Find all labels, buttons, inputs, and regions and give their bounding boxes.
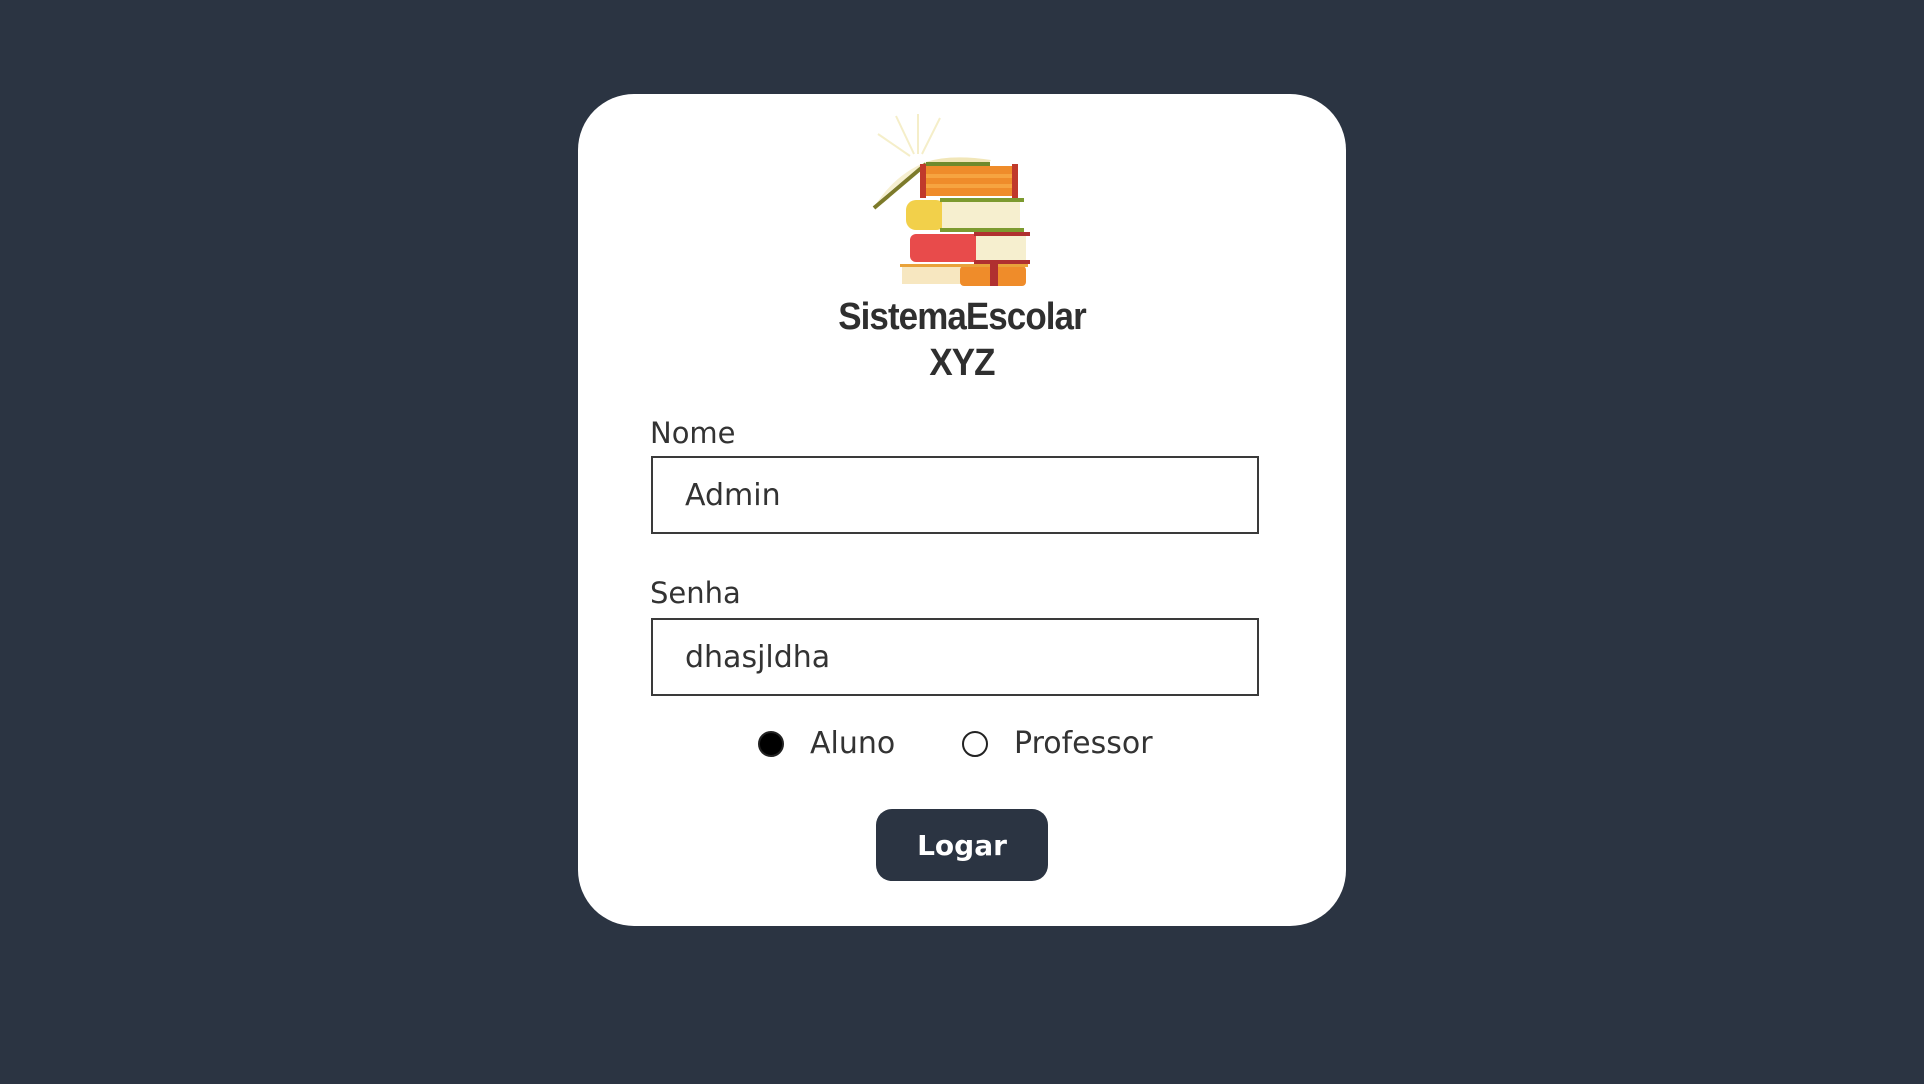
login-card: SistemaEscolar XYZ Nome Senha Aluno Prof…	[578, 94, 1346, 926]
books-stack-icon	[872, 114, 1030, 286]
app-title-line-2: XYZ	[929, 342, 995, 384]
radio-aluno[interactable]: Aluno	[758, 726, 895, 761]
senha-input[interactable]	[651, 618, 1259, 696]
senha-label: Senha	[650, 576, 741, 610]
radio-professor[interactable]: Professor	[962, 726, 1153, 761]
radio-professor-label[interactable]: Professor	[1014, 726, 1153, 761]
role-radio-group: Aluno Professor	[578, 726, 1346, 766]
nome-input[interactable]	[651, 456, 1259, 534]
radio-checked-icon[interactable]	[758, 730, 784, 757]
app-title-line-1: SistemaEscolar	[838, 296, 1086, 338]
app-title: SistemaEscolar XYZ	[609, 294, 1316, 386]
radio-unchecked-icon[interactable]	[962, 730, 988, 757]
nome-label: Nome	[650, 416, 736, 450]
radio-aluno-label[interactable]: Aluno	[810, 726, 895, 761]
login-button[interactable]: Logar	[876, 809, 1048, 881]
